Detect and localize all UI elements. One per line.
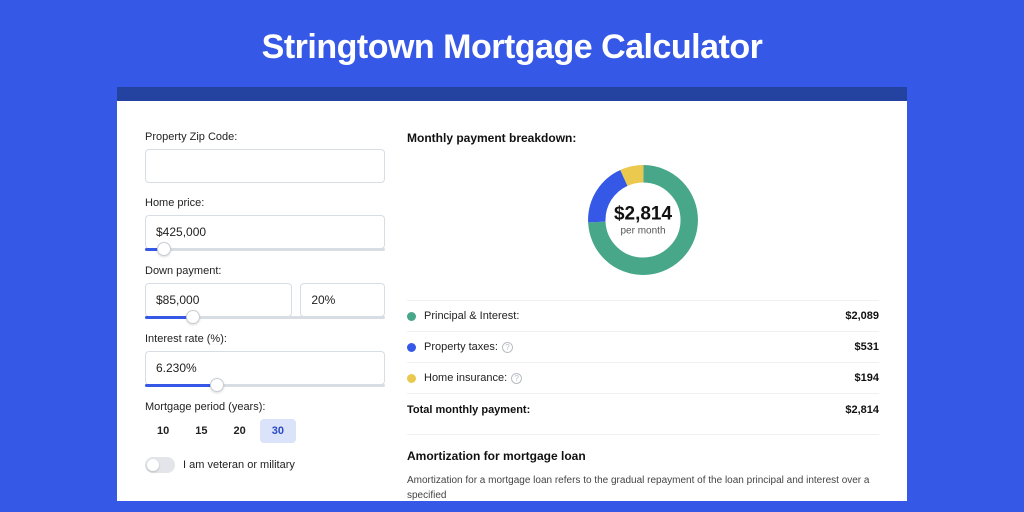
down-payment-field-group: Down payment: [145, 265, 385, 319]
interest-rate-input[interactable] [145, 351, 385, 385]
legend-label-taxes: Property taxes: ? [424, 341, 855, 353]
legend-label-principal: Principal & Interest: [424, 310, 845, 322]
veteran-toggle-row: I am veteran or military [145, 457, 385, 473]
zip-label: Property Zip Code: [145, 131, 385, 143]
donut-chart-container: $2,814 per month [407, 159, 879, 286]
home-price-field-group: Home price: [145, 197, 385, 251]
breakdown-panel: Monthly payment breakdown: $2,814 per mo… [407, 131, 879, 501]
interest-rate-field-group: Interest rate (%): [145, 333, 385, 387]
down-payment-label: Down payment: [145, 265, 385, 277]
home-price-slider-thumb[interactable] [157, 242, 171, 256]
legend-row-principal: Principal & Interest: $2,089 [407, 300, 879, 331]
total-label: Total monthly payment: [407, 404, 845, 416]
legend-row-taxes: Property taxes: ? $531 [407, 331, 879, 362]
form-panel: Property Zip Code: Home price: Down paym… [145, 131, 385, 501]
down-payment-slider-thumb[interactable] [186, 310, 200, 324]
amortization-section: Amortization for mortgage loan Amortizat… [407, 434, 879, 501]
donut-center: $2,814 per month [614, 204, 672, 237]
legend-value-insurance: $194 [855, 372, 879, 384]
veteran-label: I am veteran or military [183, 459, 295, 471]
legend-dot-principal [407, 312, 416, 321]
breakdown-title: Monthly payment breakdown: [407, 131, 879, 145]
down-payment-percent-input[interactable] [300, 283, 385, 317]
amortization-text: Amortization for a mortgage loan refers … [407, 473, 879, 501]
zip-input[interactable] [145, 149, 385, 183]
legend-label-insurance: Home insurance: ? [424, 372, 855, 384]
interest-rate-label: Interest rate (%): [145, 333, 385, 345]
period-btn-20[interactable]: 20 [222, 419, 258, 443]
legend-row-total: Total monthly payment: $2,814 [407, 393, 879, 426]
down-payment-slider[interactable] [145, 316, 385, 319]
period-field-group: Mortgage period (years): 10 15 20 30 [145, 401, 385, 443]
home-price-input[interactable] [145, 215, 385, 249]
period-btn-15[interactable]: 15 [183, 419, 219, 443]
donut-amount: $2,814 [614, 204, 672, 226]
total-value: $2,814 [845, 404, 879, 416]
help-icon[interactable]: ? [502, 342, 513, 353]
home-price-label: Home price: [145, 197, 385, 209]
legend-row-insurance: Home insurance: ? $194 [407, 362, 879, 393]
home-price-slider[interactable] [145, 248, 385, 251]
legend-value-taxes: $531 [855, 341, 879, 353]
down-payment-input[interactable] [145, 283, 292, 317]
period-label: Mortgage period (years): [145, 401, 385, 413]
zip-field-group: Property Zip Code: [145, 131, 385, 183]
header-accent-bar [117, 87, 907, 101]
help-icon[interactable]: ? [511, 373, 522, 384]
period-button-group: 10 15 20 30 [145, 419, 385, 443]
interest-rate-slider-thumb[interactable] [210, 378, 224, 392]
calculator-card: Property Zip Code: Home price: Down paym… [117, 101, 907, 501]
period-btn-30[interactable]: 30 [260, 419, 296, 443]
legend-dot-taxes [407, 343, 416, 352]
amortization-title: Amortization for mortgage loan [407, 449, 879, 463]
donut-chart: $2,814 per month [582, 159, 704, 281]
interest-rate-slider[interactable] [145, 384, 385, 387]
veteran-toggle[interactable] [145, 457, 175, 473]
legend-value-principal: $2,089 [845, 310, 879, 322]
page-title: Stringtown Mortgage Calculator [0, 0, 1024, 87]
donut-subtext: per month [614, 226, 672, 237]
legend-dot-insurance [407, 374, 416, 383]
period-btn-10[interactable]: 10 [145, 419, 181, 443]
